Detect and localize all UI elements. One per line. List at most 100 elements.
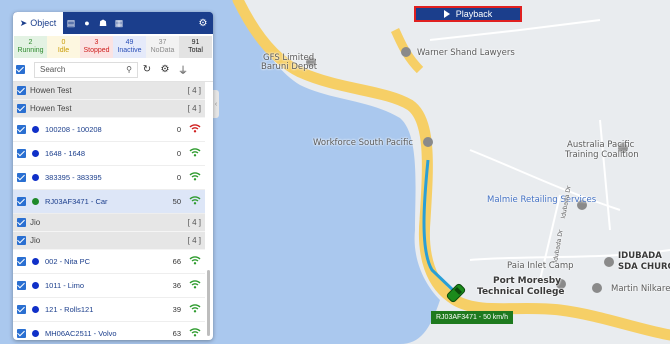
status-dot	[32, 330, 39, 337]
group-row[interactable]: Jio [ 4 ]	[13, 214, 205, 232]
vehicle-checkbox[interactable]	[17, 281, 26, 290]
vehicle-checkbox[interactable]	[17, 173, 26, 182]
status-dot	[32, 306, 39, 313]
playback-label: Playback	[455, 9, 493, 19]
group-label: Howen Test	[30, 86, 72, 95]
signal-icon	[189, 328, 201, 339]
vehicle-speed: 0	[176, 149, 181, 158]
group-row[interactable]: Jio [ 4 ]	[13, 232, 205, 250]
stat-label: Running	[17, 47, 44, 54]
stat-label: Total	[188, 47, 203, 54]
vehicle-checkbox[interactable]	[17, 305, 26, 314]
stat-nodata[interactable]: 37 NoData	[146, 36, 179, 58]
refresh-icon[interactable]: ↻	[138, 64, 156, 75]
gear-icon[interactable]: ⚙	[193, 12, 213, 34]
tab-object[interactable]: ➤ Object	[13, 12, 63, 34]
group-label: Jio	[30, 218, 41, 227]
object-panel: ➤ Object ▤ ● ☗ ▦ ⚙ 2 Running 0 Idle 3 Stopped…	[13, 12, 213, 340]
status-dot	[32, 198, 39, 205]
vehicle-row[interactable]: 100208 - 100208 0	[13, 118, 205, 142]
stat-label: NoData	[150, 47, 175, 54]
select-all-checkbox[interactable]	[16, 65, 25, 74]
signal-icon	[189, 172, 201, 183]
settings-icon[interactable]: ⚙	[156, 64, 174, 75]
vehicle-row[interactable]: 383395 - 383395 0	[13, 166, 205, 190]
stat-label: Inactive	[117, 47, 142, 54]
group-checkbox[interactable]	[17, 104, 26, 113]
stat-value: 0	[61, 39, 66, 46]
map-label-idubada-sda2: SDA CHURC	[618, 262, 670, 272]
stat-value: 3	[94, 39, 99, 46]
map-label-workforce: Workforce South Pacific	[313, 138, 414, 148]
map-label-gfs-depot: Baruni Depot	[261, 62, 318, 72]
vehicle-checkbox[interactable]	[17, 329, 26, 338]
group-label: Howen Test	[30, 104, 72, 113]
search-input[interactable]: Search ⚲	[34, 61, 138, 78]
group-count: [ 4 ]	[187, 104, 201, 113]
group-checkbox[interactable]	[17, 236, 26, 245]
group-label: Jio	[30, 236, 41, 245]
stat-stopped[interactable]: 3 Stopped	[80, 36, 113, 58]
signal-icon	[189, 196, 201, 207]
grid-icon[interactable]: ▦	[111, 12, 127, 34]
group-row[interactable]: Howen Test [ 4 ]	[13, 82, 205, 100]
search-icon[interactable]: ⚲	[126, 65, 132, 74]
stat-inactive[interactable]: 49 Inactive	[113, 36, 146, 58]
group-checkbox[interactable]	[17, 86, 26, 95]
vehicle-checkbox[interactable]	[17, 257, 26, 266]
vehicle-row[interactable]: 002 - Nita PC 66	[13, 250, 205, 274]
stat-value: 2	[28, 39, 33, 46]
stat-value: 91	[191, 39, 200, 46]
map-label-australia: Australia Pacific	[567, 140, 635, 150]
driver-icon[interactable]: ●	[79, 12, 95, 34]
playback-button[interactable]: Playback	[414, 6, 522, 22]
map-label-warner: Warner Shand Lawyers	[417, 48, 515, 58]
list-toolbar: Search ⚲ ↻ ⚙ ⏚	[13, 58, 213, 82]
group-checkbox[interactable]	[17, 218, 26, 227]
vehicle-name: 100208 - 100208	[45, 125, 102, 134]
vehicle-row[interactable]: 1648 - 1648 0	[13, 142, 205, 166]
vehicle-speed: 50	[172, 197, 181, 206]
vehicle-checkbox[interactable]	[17, 149, 26, 158]
vehicle-name: 383395 - 383395	[45, 173, 102, 182]
stat-idle[interactable]: 0 Idle	[47, 36, 80, 58]
vehicle-name: 121 - Rolls121	[45, 305, 94, 314]
map-label-malmie: Malmie Retailing Services	[487, 195, 597, 205]
signal-icon	[189, 304, 201, 315]
vehicle-name: 1648 - 1648	[45, 149, 86, 158]
tab-object-label: Object	[30, 18, 57, 28]
status-dot	[32, 282, 39, 289]
vehicle-row[interactable]: MH06AC2511 - Volvo 63	[13, 322, 205, 340]
vehicle-speed: 36	[172, 281, 181, 290]
stat-total[interactable]: 91 Total	[179, 36, 212, 58]
vehicle-checkbox[interactable]	[17, 125, 26, 134]
map-label-port: Port Moresby	[493, 276, 562, 286]
status-summary: 2 Running 0 Idle 3 Stopped 49 Inactive 37 NoData 9…	[13, 36, 213, 58]
search-placeholder: Search	[40, 65, 66, 74]
group-row[interactable]: Howen Test [ 4 ]	[13, 100, 205, 118]
map-label-idubada-sda: IDUBADA	[618, 251, 662, 261]
vehicle-speed-label[interactable]: RJ03AF3471 - 50 km/h	[431, 311, 513, 324]
signal-icon	[189, 280, 201, 291]
vehicle-checkbox[interactable]	[17, 197, 26, 206]
report-icon[interactable]: ▤	[63, 12, 79, 34]
stat-running[interactable]: 2 Running	[14, 36, 47, 58]
person-icon[interactable]: ☗	[95, 12, 111, 34]
signal-icon	[189, 256, 201, 267]
vehicle-speed: 66	[172, 257, 181, 266]
vehicle-row[interactable]: 121 - Rolls121 39	[13, 298, 205, 322]
vehicle-row[interactable]: 1011 - Limo 36	[13, 274, 205, 298]
list-scrollbar[interactable]	[207, 270, 210, 336]
vehicle-speed: 0	[176, 173, 181, 182]
collapse-panel-handle[interactable]: ‹	[213, 90, 219, 118]
vehicle-row[interactable]: RJ03AF3471 - Car 50	[13, 190, 205, 214]
vehicle-speed: 39	[172, 305, 181, 314]
navigation-arrow-icon: ➤	[19, 17, 28, 28]
stat-value: 37	[158, 39, 167, 46]
vehicle-name: 002 - Nita PC	[45, 257, 91, 266]
object-list: Howen Test [ 4 ] Howen Test [ 4 ] 100208 - 1…	[13, 82, 205, 340]
signal-icon	[189, 148, 201, 159]
group-count: [ 4 ]	[187, 236, 201, 245]
vehicle-name: RJ03AF3471 - Car	[45, 197, 108, 206]
filter-icon[interactable]: ⏚	[174, 62, 192, 77]
